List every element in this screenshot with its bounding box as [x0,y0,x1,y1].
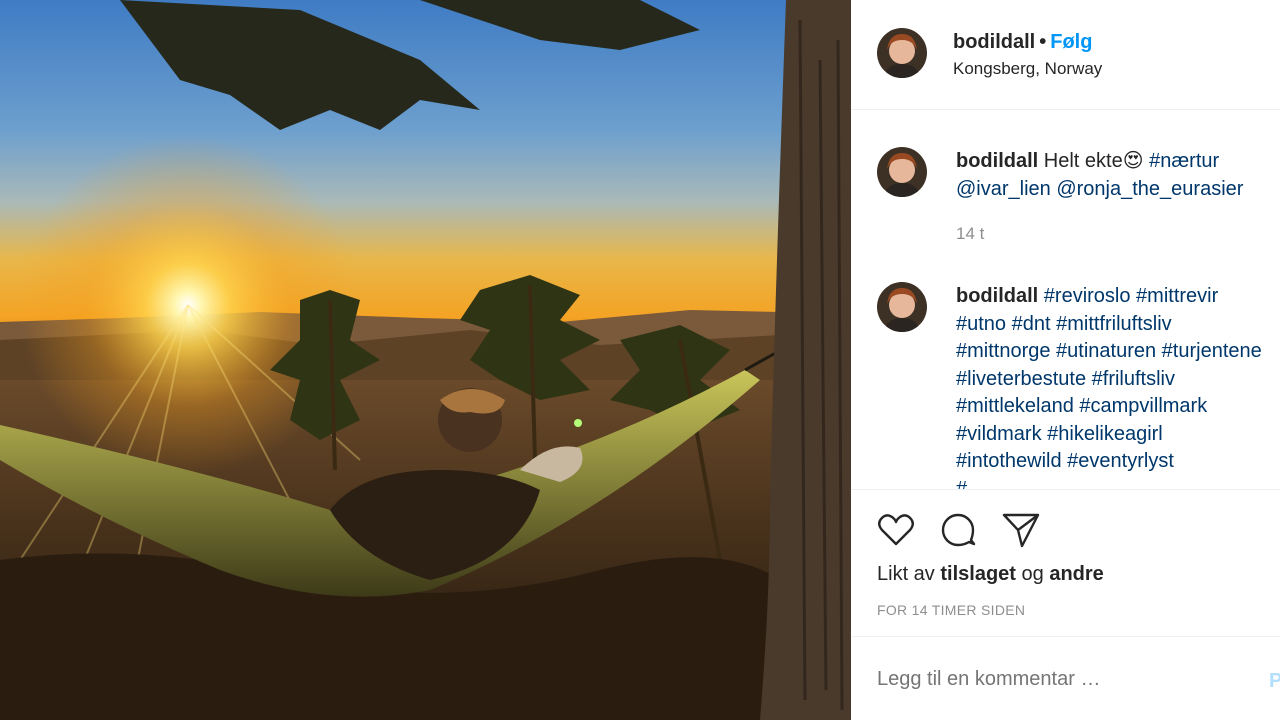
comment-icon[interactable] [938,510,978,550]
post-button[interactable]: P [1269,670,1280,693]
liked-by-user[interactable]: tilslaget [940,563,1016,585]
hashtag-line[interactable]: #reviroslo #mittrevir [1044,285,1218,307]
hashtag-line[interactable]: #vildmark #hikelikeagirl [956,423,1163,445]
hashtag-link[interactable]: #nærtur [1149,150,1219,172]
share-icon[interactable] [1001,510,1041,550]
hashtag-text: bodildall #reviroslo #mittrevir #utno #d… [956,283,1262,489]
location-link[interactable]: Kongsberg, Norway [953,59,1102,79]
comments-list[interactable]: bodildall Helt ekte😍 #nærtur @ivar_lien … [851,111,1280,489]
hashtag-line[interactable]: #utno #dnt #mittfriluftsliv [956,313,1172,335]
likes-summary: Likt av tilslaget og andre [877,563,1104,586]
hashtag-line[interactable]: #liveterbestute #friluftsliv [956,368,1175,390]
heart-icon[interactable] [876,510,916,550]
post-header: bodildall • Følg Kongsberg, Norway [851,0,1280,110]
avatar[interactable] [877,282,927,332]
post-timestamp[interactable]: FOR 14 TIMER SIDEN [877,602,1025,618]
hashtag-line[interactable]: #mittlekeland #campvillmark [956,395,1207,417]
comment-time[interactable]: 14 t [956,224,984,244]
caption-message: Helt ekte [1043,150,1123,172]
mentions-link[interactable]: @ivar_lien @ronja_the_eurasier [956,178,1243,200]
likes-prefix: Likt av [877,563,935,585]
header-user-line: bodildall • Følg [953,31,1092,54]
separator-dot: • [1039,31,1047,53]
caption-text: bodildall Helt ekte😍 #nærtur @ivar_lien … [956,148,1243,203]
avatar[interactable] [877,147,927,197]
comment-input[interactable] [877,668,1257,691]
comment-username[interactable]: bodildall [956,150,1038,172]
hashtag-line[interactable]: #mittnorge #utinaturen #turjentene [956,340,1262,362]
username-link[interactable]: bodildall [953,31,1035,53]
hammock-sunset-image [0,0,851,720]
emoji-heart-eyes: 😍 [1122,150,1144,172]
comment-username[interactable]: bodildall [956,285,1038,307]
likes-and: og [1021,563,1044,585]
follow-button[interactable]: Følg [1050,31,1092,53]
add-comment-bar: P [851,636,1280,720]
post-side-panel: bodildall • Følg Kongsberg, Norway bodilda… [851,0,1280,720]
avatar[interactable] [877,28,927,78]
liked-by-others[interactable]: andre [1049,563,1103,585]
post-actions: Likt av tilslaget og andre FOR 14 TIMER … [851,489,1280,636]
hashtag-line[interactable]: #intothewild #eventyrlyst [956,450,1174,472]
hashtag-line[interactable]: #... [956,478,984,490]
post-photo[interactable] [0,0,851,720]
